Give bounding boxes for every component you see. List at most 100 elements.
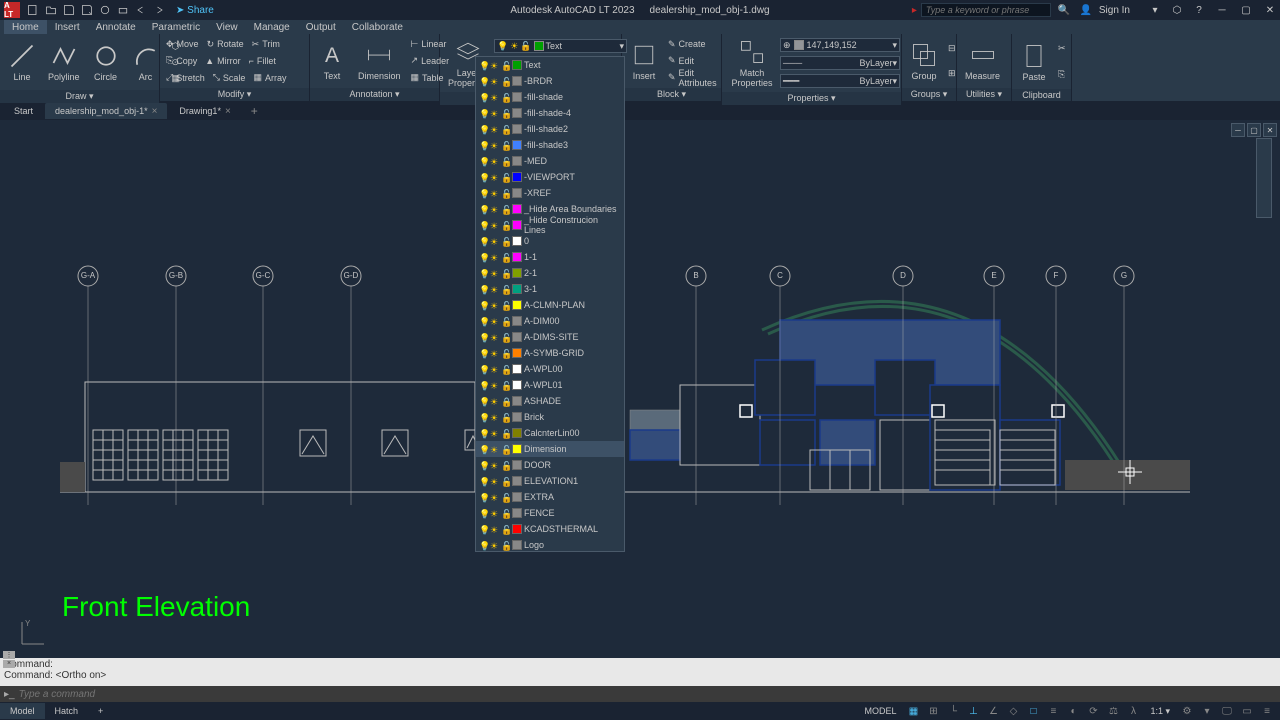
panel-draw[interactable]: Draw ▾ <box>0 90 159 103</box>
cmd-close[interactable]: × <box>3 660 15 668</box>
text-button[interactable]: AText <box>312 36 352 86</box>
close-icon[interactable]: × <box>225 106 231 117</box>
clean-icon[interactable]: ▭ <box>1238 703 1256 719</box>
layer-item[interactable]: 💡☀🔓3-1 <box>476 281 624 297</box>
modelspace-label[interactable]: MODEL <box>858 706 902 716</box>
qat-undo[interactable] <box>132 2 150 18</box>
scale-label[interactable]: 1:1 ▾ <box>1144 706 1176 717</box>
layer-dropdown-popup[interactable]: 💡☀🔓Text💡☀🔓-BRDR💡☀🔓-fill-shade💡☀🔓-fill-sh… <box>475 56 625 552</box>
annovis-icon[interactable]: λ <box>1124 703 1142 719</box>
panel-utilities[interactable]: Utilities ▾ <box>957 88 1011 101</box>
layer-item[interactable]: 💡☀🔓2-1 <box>476 265 624 281</box>
tab-insert[interactable]: Insert <box>47 20 88 34</box>
layer-item[interactable]: 💡☀🔓-MED <box>476 153 624 169</box>
lwt-icon[interactable]: ≡ <box>1044 703 1062 719</box>
match-properties[interactable]: Match Properties <box>724 36 780 90</box>
layer-item[interactable]: 💡☀🔓KCADSTHERMAL <box>476 521 624 537</box>
qat-open[interactable] <box>42 2 60 18</box>
tab-output[interactable]: Output <box>298 20 344 34</box>
copy-clip[interactable]: ⎘ <box>1054 66 1070 82</box>
tab-view[interactable]: View <box>208 20 246 34</box>
panel-annotation[interactable]: Annotation ▾ <box>310 88 439 101</box>
qat-new[interactable] <box>24 2 42 18</box>
layer-item[interactable]: 💡☀🔓A-WPL01 <box>476 377 624 393</box>
edit-attr[interactable]: ✎ Edit Attributes <box>664 70 721 86</box>
tab-manage[interactable]: Manage <box>246 20 298 34</box>
tab-home[interactable]: Home <box>4 20 47 34</box>
layer-dropdown[interactable]: 💡☀🔓 Text ▾ <box>494 39 627 53</box>
layer-item[interactable]: 💡☀🔓FENCE <box>476 505 624 521</box>
linetype-combo[interactable]: ─── ByLayer ▾ <box>780 56 900 70</box>
layer-item[interactable]: 💡☀🔓1-1 <box>476 249 624 265</box>
layer-item[interactable]: 💡☀🔓-fill-shade-4 <box>476 105 624 121</box>
cycle-icon[interactable]: ⟳ <box>1084 703 1102 719</box>
close-icon[interactable]: × <box>152 106 158 117</box>
circle-button[interactable]: Circle <box>86 36 126 88</box>
exchange-icon[interactable]: ▾ <box>1146 2 1164 18</box>
panel-modify[interactable]: Modify ▾ <box>160 88 309 101</box>
edit-block[interactable]: ✎ Edit <box>664 53 721 69</box>
lineweight-combo[interactable]: ━━━ ByLayer ▾ <box>780 74 900 88</box>
layer-item[interactable]: 💡☀🔓CalcnterLin00 <box>476 425 624 441</box>
search-icon[interactable]: 🔍 <box>1055 2 1073 18</box>
panel-block[interactable]: Block ▾ <box>622 88 721 101</box>
qat-save[interactable] <box>60 2 78 18</box>
osnap-icon[interactable]: □ <box>1024 703 1042 719</box>
minimize-button[interactable]: ─ <box>1212 2 1232 18</box>
layer-item[interactable]: 💡☀🔓DOOR <box>476 457 624 473</box>
filetab-dealership[interactable]: dealership_mod_obj-1*× <box>45 103 167 119</box>
layer-item[interactable]: 💡☀🔓-fill-shade <box>476 89 624 105</box>
annoscale-icon[interactable]: ⚖ <box>1104 703 1122 719</box>
polyline-button[interactable]: Polyline <box>42 36 86 88</box>
panel-clipboard[interactable]: Clipboard <box>1012 89 1071 101</box>
layout-add[interactable]: + <box>88 703 113 719</box>
layer-item[interactable]: 💡☀🔓-XREF <box>476 185 624 201</box>
insert-button[interactable]: Insert <box>624 36 664 86</box>
line-button[interactable]: Line <box>2 36 42 88</box>
cmd-drag[interactable]: ⋮ <box>3 651 15 659</box>
layer-item[interactable]: 💡☀🔓Text <box>476 57 624 73</box>
help-icon[interactable]: ? <box>1190 2 1208 18</box>
filetab-start[interactable]: Start <box>4 103 43 119</box>
move-button[interactable]: ✥ Move ↻ Rotate ✂ Trim <box>162 36 307 52</box>
layer-item[interactable]: 💡☀🔓A-DIMS-SITE <box>476 329 624 345</box>
layer-item[interactable]: 💡☀🔓_Hide Construcion Lines <box>476 217 624 233</box>
layer-item[interactable]: 💡☀🔓A-SYMB-GRID <box>476 345 624 361</box>
infocenter-icon[interactable]: ⬡ <box>1168 2 1186 18</box>
layout-model[interactable]: Model <box>0 703 45 719</box>
maximize-button[interactable]: ▢ <box>1236 2 1256 18</box>
gear-icon[interactable]: ⚙ <box>1178 703 1196 719</box>
dimension-button[interactable]: Dimension <box>352 36 407 86</box>
drawing-canvas[interactable]: ─ ▢ ✕ <box>0 120 1280 658</box>
layer-item[interactable]: 💡☀🔓Brick <box>476 409 624 425</box>
filetab-drawing1[interactable]: Drawing1*× <box>169 103 240 119</box>
create-block[interactable]: ✎ Create <box>664 36 721 52</box>
ws-icon[interactable]: ▾ <box>1198 703 1216 719</box>
infer-icon[interactable]: └ <box>944 703 962 719</box>
qat-redo[interactable] <box>150 2 168 18</box>
layer-item[interactable]: 💡☀🔓-fill-shade2 <box>476 121 624 137</box>
layer-item[interactable]: 💡☀🔓-fill-shade3 <box>476 137 624 153</box>
grid-icon[interactable]: ▦ <box>904 703 922 719</box>
layer-item[interactable]: 💡☀🔓EXTRA <box>476 489 624 505</box>
signin-icon[interactable]: 👤 <box>1077 2 1095 18</box>
copy-button[interactable]: ⎘ Copy ▲ Mirror ⌐ Fillet <box>162 53 307 69</box>
group-button[interactable]: Group <box>904 36 944 86</box>
stretch-button[interactable]: ⤢ Stretch ⤡ Scale ▦ Array <box>162 70 307 86</box>
tab-collaborate[interactable]: Collaborate <box>344 20 411 34</box>
layer-item[interactable]: 💡☀🔓Dimension <box>476 441 624 457</box>
layer-item[interactable]: 💡☀🔓ELEVATION1 <box>476 473 624 489</box>
qat-plot[interactable] <box>114 2 132 18</box>
layer-item[interactable]: 💡☀🔓-VIEWPORT <box>476 169 624 185</box>
customize-icon[interactable]: ≡ <box>1258 703 1276 719</box>
iso-icon[interactable]: ◇ <box>1004 703 1022 719</box>
layer-item[interactable]: 💡☀🔒ASHADE <box>476 393 624 409</box>
tab-annotate[interactable]: Annotate <box>88 20 144 34</box>
share-button[interactable]: ➤ Share <box>176 5 214 16</box>
layer-item[interactable]: 💡☀🔓A-WPL00 <box>476 361 624 377</box>
paste-button[interactable]: Paste <box>1014 36 1054 87</box>
layer-item[interactable]: 💡☀🔓-BRDR <box>476 73 624 89</box>
command-input[interactable] <box>19 689 1276 700</box>
polar-icon[interactable]: ∠ <box>984 703 1002 719</box>
qat-web[interactable] <box>96 2 114 18</box>
